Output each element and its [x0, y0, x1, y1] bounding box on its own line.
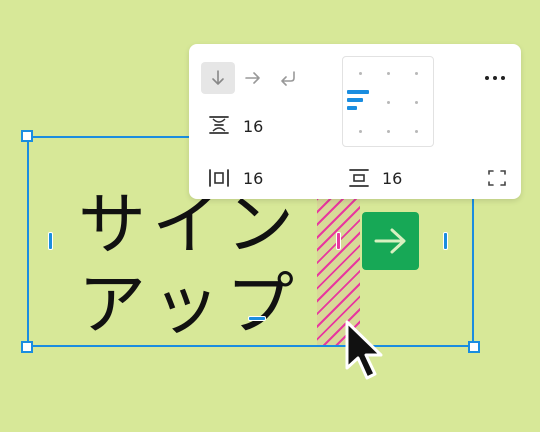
padding-horizontal-input[interactable]: 16 — [243, 169, 263, 188]
alignment-dot-top-right[interactable] — [415, 72, 418, 75]
padding-marker-right[interactable] — [444, 233, 447, 249]
padding-vertical-icon — [349, 169, 369, 187]
arrow-right-icon — [245, 72, 260, 84]
wrap-icon — [281, 71, 295, 86]
padding-marker-left[interactable] — [49, 233, 52, 249]
alignment-dot-bottom-left[interactable] — [359, 130, 362, 133]
padding-horizontal-icon — [209, 169, 229, 187]
alignment-dot-top-center[interactable] — [387, 72, 390, 75]
frame-text: サイン アップ — [78, 186, 318, 346]
direction-horizontal-button[interactable] — [236, 62, 270, 94]
direction-wrap-button[interactable] — [271, 62, 305, 94]
alignment-dot-center-right[interactable] — [415, 101, 418, 104]
frame-text-line-2: アップ — [78, 266, 301, 345]
alignment-dot-bottom-right[interactable] — [415, 130, 418, 133]
resize-handle-top-left[interactable] — [21, 130, 33, 142]
alignment-grid[interactable] — [342, 56, 434, 147]
alignment-dot-center[interactable] — [387, 101, 390, 104]
auto-layout-panel: 16 16 16 — [189, 44, 521, 199]
alignment-bar-2 — [347, 98, 363, 102]
alignment-dot-top-left[interactable] — [359, 72, 362, 75]
gap-marker-left[interactable] — [337, 233, 340, 249]
padding-marker-bottom[interactable] — [249, 317, 265, 320]
padding-vertical-input[interactable]: 16 — [382, 169, 402, 188]
alignment-selected-top-left[interactable] — [347, 90, 369, 94]
direction-vertical-button[interactable] — [201, 62, 235, 94]
resize-handle-bottom-left[interactable] — [21, 341, 33, 353]
mouse-pointer-icon — [345, 320, 383, 380]
alignment-dot-bottom-center[interactable] — [387, 130, 390, 133]
resize-handle-bottom-right[interactable] — [468, 341, 480, 353]
alignment-bar-3 — [347, 106, 357, 110]
arrow-button[interactable] — [362, 212, 419, 270]
arrow-right-icon — [374, 228, 405, 254]
resizing-icon[interactable] — [487, 169, 507, 187]
spacing-between-icon — [209, 116, 229, 134]
spacing-between-input[interactable]: 16 — [243, 117, 263, 136]
arrow-down-icon — [212, 70, 224, 85]
more-options-icon[interactable] — [485, 76, 505, 80]
